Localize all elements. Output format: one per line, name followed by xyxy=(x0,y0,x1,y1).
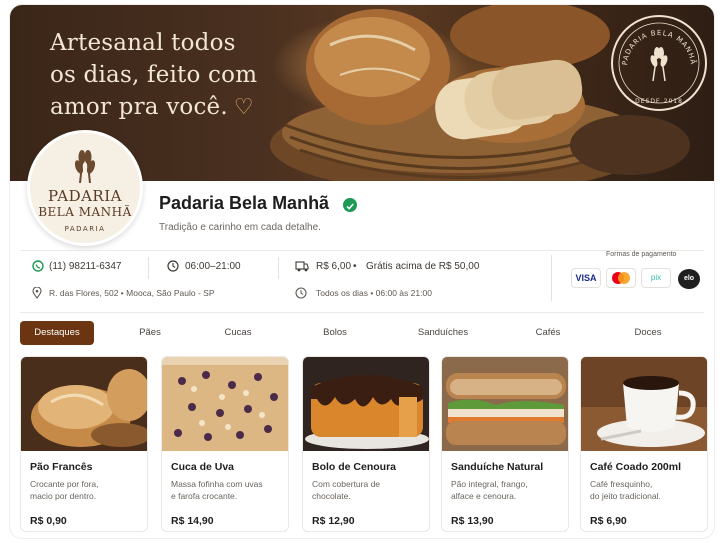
divider xyxy=(148,257,149,279)
logo-line2: BELA MANHÃ xyxy=(38,205,132,219)
product-price: R$ 14,90 xyxy=(171,515,214,527)
address: R. das Flores, 502 • Mooca, São Paulo - … xyxy=(49,288,215,298)
product-description-line1: Com cobertura de xyxy=(312,479,381,489)
product-image-pao-frances xyxy=(21,357,147,451)
delivery-fee: R$ 6,00 xyxy=(316,261,352,272)
bullet-separator: • xyxy=(353,261,357,272)
whatsapp-icon xyxy=(32,260,44,272)
clock-icon xyxy=(167,260,179,272)
divider xyxy=(20,250,704,251)
product-description-line1: Crocante por fora, xyxy=(30,479,99,489)
product-description: Crocante por fora, macio por dentro. xyxy=(30,478,142,502)
wheat-icon xyxy=(74,150,96,183)
tab-bolos[interactable]: Bolos xyxy=(307,321,363,345)
bakery-profile-card: Artesanal todos os dias, feito com amor … xyxy=(10,5,714,538)
product-name: Sanduíche Natural xyxy=(451,461,544,473)
tab-paes[interactable]: Pães xyxy=(122,321,178,345)
delivery-truck-icon xyxy=(295,261,309,272)
elo-icon: elo xyxy=(678,269,700,289)
visa-icon: VISA xyxy=(571,268,601,288)
product-description-line2: e farofa crocante. xyxy=(171,491,238,501)
product-description: Café fresquinho, do jeito tradicional. xyxy=(590,478,702,502)
visa-label: VISA xyxy=(575,273,597,283)
tab-cafes[interactable]: Cafés xyxy=(520,321,576,345)
product-image-cafe-coado xyxy=(581,357,707,451)
seal-graphic: PADARIA BELA MANHÃ DESDE 2018 xyxy=(618,22,700,105)
hero-tagline-line2: os dias, feito com xyxy=(50,62,258,88)
product-description: Com cobertura de chocolate. xyxy=(312,478,424,502)
product-name: Pão Francês xyxy=(30,461,93,473)
product-description-line2: chocolate. xyxy=(312,491,351,501)
tab-cucas[interactable]: Cucas xyxy=(210,321,266,345)
divider xyxy=(20,312,704,313)
hero-tagline-line3: amor pra você. xyxy=(50,94,228,120)
logo-line1: PADARIA xyxy=(48,187,122,205)
wheat-icon xyxy=(650,47,668,82)
bakery-seal: PADARIA BELA MANHÃ DESDE 2018 xyxy=(611,15,707,111)
product-card[interactable]: Cuca de Uva Massa fofinha com uvas e far… xyxy=(161,356,289,532)
bakery-logo: PADARIA BELA MANHÃ PADARIA xyxy=(27,130,143,246)
divider xyxy=(551,255,552,301)
product-description-line2: do jeito tradicional. xyxy=(590,491,661,501)
product-name: Bolo de Cenoura xyxy=(312,461,397,473)
product-price: R$ 0,90 xyxy=(30,515,67,527)
product-description-line1: Massa fofinha com uvas xyxy=(171,479,263,489)
product-card[interactable]: Pão Francês Crocante por fora, macio por… xyxy=(20,356,148,532)
product-description-line2: alface e cenoura. xyxy=(451,491,517,501)
hero-tagline-line1: Artesanal todos xyxy=(50,30,236,56)
product-image-cuca-de-uva xyxy=(162,357,288,451)
product-image-bolo-de-cenoura xyxy=(303,357,429,451)
product-description-line1: Café fresquinho, xyxy=(590,479,653,489)
hero-tagline: Artesanal todos os dias, feito com amor … xyxy=(50,27,310,124)
verified-icon xyxy=(343,198,357,212)
product-card[interactable]: Sanduíche Natural Pão integral, frango, … xyxy=(441,356,569,532)
payment-title: Formas de pagamento xyxy=(606,251,677,258)
shop-subtitle: Tradição e carinho em cada detalhe. xyxy=(159,222,321,233)
clock-icon xyxy=(295,287,307,299)
product-name: Cuca de Uva xyxy=(171,461,235,473)
logo-line3: PADARIA xyxy=(64,225,106,233)
seal-since: DESDE 2018 xyxy=(635,98,683,105)
product-description-line2: macio por dentro. xyxy=(30,491,97,501)
weekly-schedule: Todos os dias • 06:00 às 21:00 xyxy=(316,288,432,298)
tab-sanduiches[interactable]: Sanduíches xyxy=(408,321,478,345)
product-card[interactable]: Café Coado 200ml Café fresquinho, do jei… xyxy=(580,356,708,532)
product-description-line1: Pão integral, frango, xyxy=(451,479,528,489)
elo-label: elo xyxy=(683,275,695,282)
product-description: Pão integral, frango, alface e cenoura. xyxy=(451,478,563,502)
divider xyxy=(278,257,279,279)
heart-icon: ♡ xyxy=(233,95,254,120)
pix-label: pix xyxy=(650,273,662,282)
product-image-sanduiche-natural xyxy=(442,357,568,451)
product-price: R$ 13,90 xyxy=(451,515,494,527)
free-delivery-threshold: Grátis acima de R$ 50,00 xyxy=(366,261,480,272)
product-price: R$ 12,90 xyxy=(312,515,355,527)
location-pin-icon xyxy=(32,287,42,299)
opening-hours: 06:00–21:00 xyxy=(185,261,241,272)
mastercard-icon xyxy=(606,268,636,288)
product-price: R$ 6,90 xyxy=(590,515,627,527)
product-name: Café Coado 200ml xyxy=(590,461,682,473)
phone-number[interactable]: (11) 98211-6347 xyxy=(49,261,121,272)
tab-destaques[interactable]: Destaques xyxy=(20,321,94,345)
product-card[interactable]: Bolo de Cenoura Com cobertura de chocola… xyxy=(302,356,430,532)
shop-name: Padaria Bela Manhã xyxy=(159,193,330,213)
product-description: Massa fofinha com uvas e farofa crocante… xyxy=(171,478,283,502)
pix-icon: pix xyxy=(641,268,671,288)
tab-doces[interactable]: Doces xyxy=(620,321,676,345)
